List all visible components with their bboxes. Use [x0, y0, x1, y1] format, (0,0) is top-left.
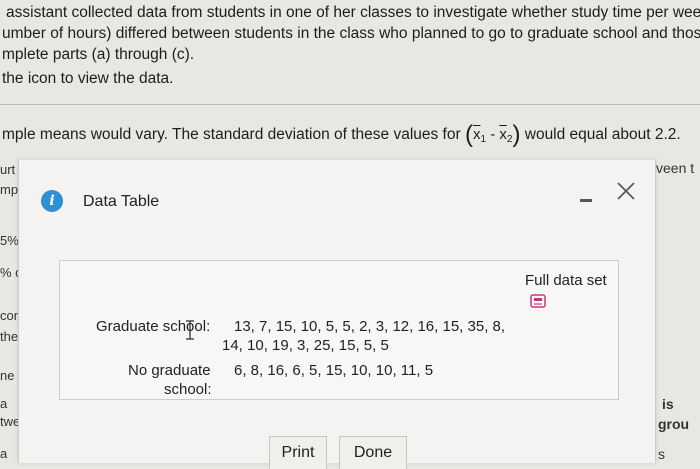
edge-fragment: 5% — [0, 233, 19, 248]
edge-fragment: a — [0, 446, 8, 461]
edge-fragment: veen t — [656, 160, 695, 176]
full-data-set-icon[interactable] — [530, 294, 546, 308]
text-cursor-icon — [186, 320, 194, 340]
info-icon: i — [41, 190, 63, 212]
edge-fragment: the — [0, 329, 19, 344]
graduate-school-values-line2: 14, 10, 19, 3, 25, 15, 5, 5 — [222, 337, 389, 354]
question-line-1: assistant collected data from students i… — [6, 4, 700, 21]
divider — [0, 104, 700, 105]
edge-fragment: mp — [0, 182, 19, 197]
data-panel: Full data set Graduate school: 13, 7, 15… — [59, 260, 619, 400]
question-line-4: the icon to view the data. — [2, 70, 174, 87]
no-graduate-label-line2: school: — [164, 381, 212, 398]
sentence-line: mple means would vary. The standard devi… — [2, 121, 700, 149]
graduate-school-label: Graduate school: — [96, 318, 211, 335]
no-graduate-school-values: 6, 8, 16, 6, 5, 15, 10, 10, 11, 5 — [234, 362, 434, 379]
sentence-start: mple means would vary. The standard devi… — [2, 126, 461, 143]
edge-fragment: grou — [658, 416, 690, 432]
dialog-title: Data Table — [83, 193, 160, 210]
graduate-school-values-line1: 13, 7, 15, 10, 5, 5, 2, 3, 12, 16, 15, 3… — [234, 318, 506, 335]
edge-fragment: a — [0, 396, 8, 411]
edge-fragment: urt — [0, 162, 16, 177]
question-line-3: mplete parts (a) through (c). — [2, 46, 195, 63]
sentence-end: would equal about 2.2. — [524, 126, 681, 143]
close-icon[interactable] — [615, 180, 637, 202]
question-line-2: umber of hours) differed between student… — [2, 25, 700, 42]
no-graduate-label-line1: No graduate — [128, 362, 211, 379]
edge-fragment: ne — [0, 368, 15, 383]
edge-fragment: s — [658, 446, 665, 462]
print-button[interactable]: Print — [269, 436, 327, 469]
minimize-icon[interactable] — [579, 190, 595, 206]
done-button[interactable]: Done — [339, 436, 407, 469]
data-table-dialog: i Data Table Full data set Graduate scho… — [18, 160, 656, 469]
full-data-set-label: Full data set — [525, 272, 607, 289]
edge-fragment: is — [662, 396, 674, 412]
difference-formula: (x1 - x2) — [464, 121, 521, 148]
